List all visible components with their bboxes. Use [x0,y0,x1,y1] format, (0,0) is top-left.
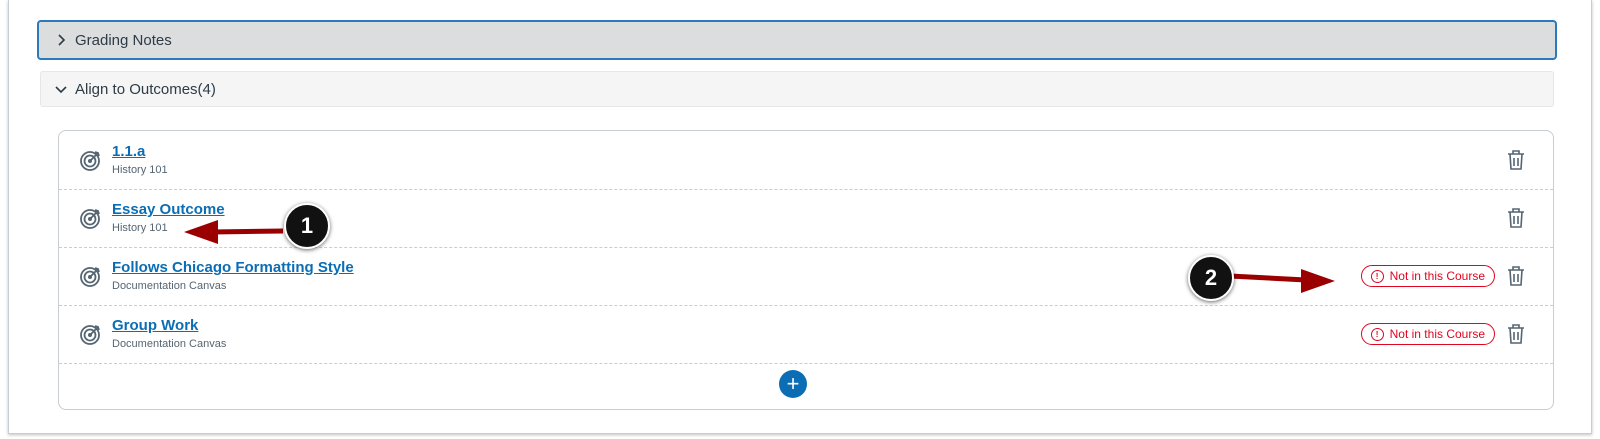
target-icon [80,325,100,345]
outcome-row: Essay Outcome History 101 [59,189,1553,248]
outcome-title-link[interactable]: Essay Outcome [112,201,225,218]
callout-badge: 1 [284,203,330,249]
outcome-title-link[interactable]: Group Work [112,317,198,334]
trash-icon[interactable] [1507,207,1525,229]
exclamation-circle-icon: ! [1370,269,1384,283]
trash-icon[interactable] [1507,265,1525,287]
badge-label: Not in this Course [1389,327,1485,341]
badge-label: Not in this Course [1389,269,1485,283]
outcome-row: 1.1.a History 101 [59,131,1553,190]
trash-icon[interactable] [1507,323,1525,345]
outcomes-panel: 1.1.a History 101 Essay Outcome History … [58,130,1554,410]
grading-notes-label: Grading Notes [75,31,172,49]
callout-badge: 2 [1188,255,1234,301]
align-outcomes-toggle[interactable]: Align to Outcomes(4) [40,71,1554,107]
outcome-title-link[interactable]: 1.1.a [112,143,145,160]
outcome-course: History 101 [112,222,168,234]
chevron-down-icon [53,84,69,94]
not-in-course-badge: ! Not in this Course [1360,323,1495,345]
outcome-course: History 101 [112,164,168,176]
outcome-course: Documentation Canvas [112,338,227,350]
outcome-row: Follows Chicago Formatting Style Documen… [59,247,1553,306]
target-icon [80,151,100,171]
outcome-title-link[interactable]: Follows Chicago Formatting Style [112,259,354,276]
target-icon [80,267,100,287]
grading-notes-toggle[interactable]: Grading Notes [37,20,1557,60]
exclamation-circle-icon: ! [1370,327,1384,341]
outcome-course: Documentation Canvas [112,280,227,292]
outcome-row: Group Work Documentation Canvas ! Not in… [59,305,1553,364]
align-outcomes-label: Align to Outcomes(4) [75,80,216,98]
trash-icon[interactable] [1507,149,1525,171]
chevron-right-icon [53,34,69,46]
plus-icon: + [786,371,800,396]
not-in-course-badge: ! Not in this Course [1360,265,1495,287]
add-outcome-button[interactable]: + [779,370,807,398]
target-icon [80,209,100,229]
